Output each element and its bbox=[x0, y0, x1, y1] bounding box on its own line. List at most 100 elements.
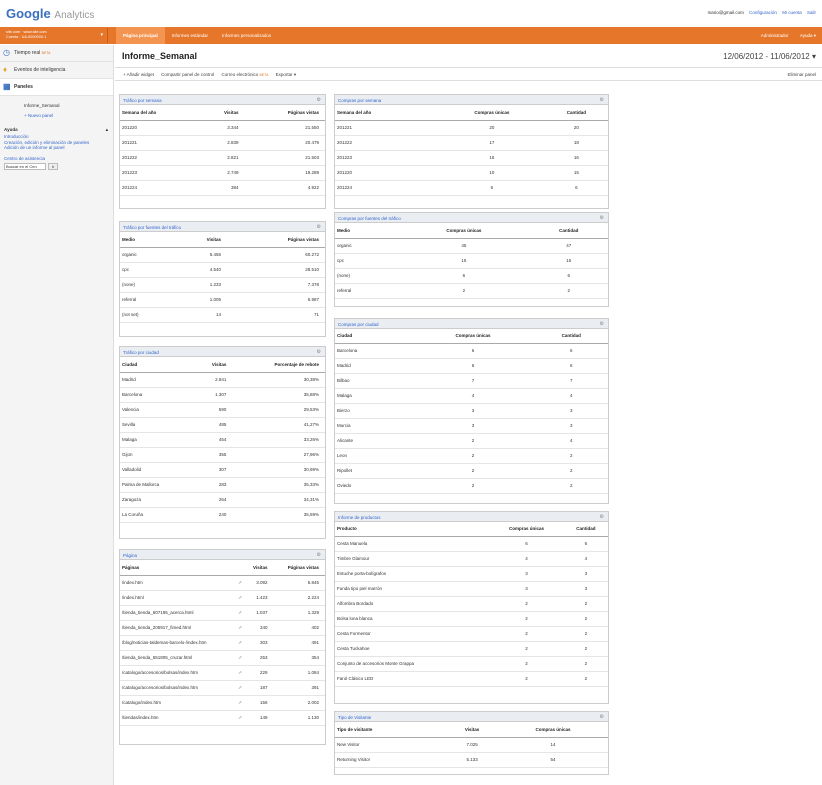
table-row[interactable]: La Coruña 240 35,59% bbox=[120, 507, 325, 523]
row-label[interactable]: 201222 bbox=[120, 150, 199, 166]
table-row[interactable]: Returning Visitor 5.133 54 bbox=[335, 752, 608, 768]
widget-header[interactable]: Página ⚙ bbox=[120, 550, 325, 560]
widget-header[interactable]: Compras por ciudad ⚙ bbox=[335, 319, 608, 329]
table-row[interactable]: Valencia 590 29,53% bbox=[120, 402, 325, 418]
table-row[interactable]: 201223 16 16 bbox=[335, 150, 608, 166]
table-row[interactable]: (none) 6 6 bbox=[335, 268, 608, 284]
widget-header[interactable]: Tipo de Visitante ⚙ bbox=[335, 712, 608, 722]
config-link[interactable]: Configuración bbox=[749, 10, 777, 15]
google-analytics-logo[interactable]: Google Analytics bbox=[6, 6, 94, 21]
table-row[interactable]: New Visitor 7.025 14 bbox=[335, 737, 608, 753]
row-label[interactable]: 201222 bbox=[335, 135, 439, 151]
new-dashboard-link[interactable]: + Nuevo panel bbox=[0, 109, 113, 119]
table-row[interactable]: 201222 2.821 21.503 bbox=[120, 150, 325, 166]
external-link-icon[interactable]: ⇗ bbox=[236, 620, 245, 636]
table-row[interactable]: Barcelona 6 6 bbox=[335, 343, 608, 359]
row-label[interactable]: Madrid bbox=[335, 358, 412, 374]
gear-icon[interactable]: ⚙ bbox=[600, 215, 604, 221]
row-label[interactable]: Bierzo bbox=[335, 403, 412, 419]
external-link-icon[interactable]: ⇗ bbox=[236, 590, 245, 606]
row-label[interactable]: Bolsa lona blanca bbox=[335, 611, 490, 627]
row-label[interactable]: 201224 bbox=[335, 180, 439, 196]
share-dashboard-button[interactable]: Compartir panel de control bbox=[161, 72, 214, 77]
table-row[interactable]: Alicante 2 4 bbox=[335, 433, 608, 449]
gear-icon[interactable]: ⚙ bbox=[600, 97, 604, 103]
row-label[interactable]: referral bbox=[120, 292, 172, 308]
exit-link[interactable]: Salir bbox=[807, 10, 816, 15]
external-link-icon[interactable]: ⇗ bbox=[236, 695, 245, 711]
table-row[interactable]: 201221 20 20 bbox=[335, 120, 608, 136]
row-label[interactable]: cpc bbox=[335, 253, 399, 269]
table-row[interactable]: Zaragoza 264 34,31% bbox=[120, 492, 325, 508]
row-label[interactable]: 201221 bbox=[120, 135, 199, 151]
table-row[interactable]: Malaga 4 4 bbox=[335, 388, 608, 404]
table-row[interactable]: 201221 2.839 20.479 bbox=[120, 135, 325, 151]
table-row[interactable]: Madrid 2.941 30,38% bbox=[120, 372, 325, 388]
tab-standard-reports[interactable]: Informes estándar bbox=[165, 27, 215, 44]
gear-icon[interactable]: ⚙ bbox=[600, 714, 604, 720]
table-row[interactable]: Timbre Glamour 4 4 bbox=[335, 551, 608, 567]
table-row[interactable]: Palma de Mallorca 283 35,33% bbox=[120, 477, 325, 493]
table-row[interactable]: Murcia 3 3 bbox=[335, 418, 608, 434]
external-link-icon[interactable]: ⇗ bbox=[236, 575, 245, 591]
row-label[interactable]: Gijon bbox=[120, 447, 193, 463]
external-link-icon[interactable]: ⇗ bbox=[236, 710, 245, 726]
table-row[interactable]: (not set) 14 71 bbox=[120, 307, 325, 323]
help-search-input[interactable]: Buscar en el Cen bbox=[4, 162, 46, 170]
table-row[interactable]: (none) 1.233 7.378 bbox=[120, 277, 325, 293]
row-label[interactable]: Murcia bbox=[335, 418, 412, 434]
row-label[interactable]: Madrid bbox=[120, 372, 193, 388]
row-label[interactable]: /tienda_tienda_607195_acerca.html bbox=[120, 605, 237, 621]
table-row[interactable]: Malaga 454 33,26% bbox=[120, 432, 325, 448]
row-label[interactable]: Palma de Mallorca bbox=[120, 477, 193, 493]
help-menu[interactable]: Ayuda ▾ bbox=[800, 33, 816, 38]
row-label[interactable]: Cesta Formentor bbox=[335, 626, 490, 642]
table-row[interactable]: 201222 17 18 bbox=[335, 135, 608, 151]
row-label[interactable]: Oviedo bbox=[335, 478, 412, 494]
table-row[interactable]: Ripollet 2 2 bbox=[335, 463, 608, 479]
table-row[interactable]: /tiendas/index.htm ⇗ 149 1.130 bbox=[120, 710, 325, 726]
row-label[interactable]: Leon bbox=[335, 448, 412, 464]
row-label[interactable]: organic bbox=[335, 238, 399, 254]
row-label[interactable]: Alfombra Bordado bbox=[335, 596, 490, 612]
gear-icon[interactable]: ⚙ bbox=[600, 514, 604, 520]
table-row[interactable]: /catalogo/index.htm ⇗ 156 2.002 bbox=[120, 695, 325, 711]
table-row[interactable]: /tienda_tienda_607195_acerca.html ⇗ 1.037 1… bbox=[120, 605, 325, 621]
sidebar-item-intelligence[interactable]: ♦ Eventos de inteligencia bbox=[0, 62, 113, 79]
row-label[interactable]: Conjunto de accesorios Monte Grappa bbox=[335, 656, 490, 672]
row-label[interactable]: New Visitor bbox=[335, 737, 447, 753]
table-row[interactable]: Cesta Formentor 2 2 bbox=[335, 626, 608, 642]
table-row[interactable]: /index.htm ⇗ 3.092 5.845 bbox=[120, 575, 325, 591]
row-label[interactable]: (none) bbox=[335, 268, 399, 284]
row-label[interactable]: /tienda_tienda_551805_cruzar.html bbox=[120, 650, 237, 666]
row-label[interactable]: /tienda_tienda_205917_fimed.html bbox=[120, 620, 237, 636]
account-selector[interactable]: site.com · www.site.com Cuenta · UA-0000… bbox=[6, 28, 108, 43]
row-label[interactable]: /catalogo/accesorios/bolsas/index.htm bbox=[120, 680, 237, 696]
gear-icon[interactable]: ⚙ bbox=[600, 321, 604, 327]
export-button[interactable]: Exportar ▾ bbox=[276, 72, 297, 77]
row-label[interactable]: Malaga bbox=[335, 388, 412, 404]
row-label[interactable]: 201224 bbox=[120, 180, 199, 196]
help-link-add-report[interactable]: Adición de un informe al panel bbox=[4, 145, 113, 151]
table-row[interactable]: Cesta Manuela 6 6 bbox=[335, 536, 608, 552]
table-row[interactable]: /index.html ⇗ 1.423 2.224 bbox=[120, 590, 325, 606]
gear-icon[interactable]: ⚙ bbox=[317, 349, 321, 355]
row-label[interactable]: (not set) bbox=[120, 307, 172, 323]
widget-header[interactable]: Tráfico por semana ⚙ bbox=[120, 95, 325, 105]
table-row[interactable]: /blog/noticias-taldemas-barcelo-/index.h… bbox=[120, 635, 325, 651]
table-row[interactable]: cpc 4.540 28.510 bbox=[120, 262, 325, 278]
table-row[interactable]: Farol Clásico LED 2 2 bbox=[335, 671, 608, 687]
external-link-icon[interactable]: ⇗ bbox=[236, 680, 245, 696]
row-label[interactable]: 201220 bbox=[335, 165, 439, 181]
table-row[interactable]: cpc 15 15 bbox=[335, 253, 608, 269]
row-label[interactable]: Alicante bbox=[335, 433, 412, 449]
row-label[interactable]: referral bbox=[335, 283, 399, 299]
collapse-icon[interactable]: ▴ bbox=[106, 127, 108, 133]
row-label[interactable]: /catalogo/accesorios/bolsas/index.htm bbox=[120, 665, 237, 681]
sidebar-item-dashboards[interactable]: ▦ Paneles bbox=[0, 79, 113, 96]
row-label[interactable]: Ripollet bbox=[335, 463, 412, 479]
account-link[interactable]: Mi cuenta bbox=[782, 10, 802, 15]
table-row[interactable]: Bierzo 3 3 bbox=[335, 403, 608, 419]
widget-header[interactable]: Compras por fuentes del tráfico ⚙ bbox=[335, 213, 608, 223]
row-label[interactable]: /catalogo/index.htm bbox=[120, 695, 237, 711]
